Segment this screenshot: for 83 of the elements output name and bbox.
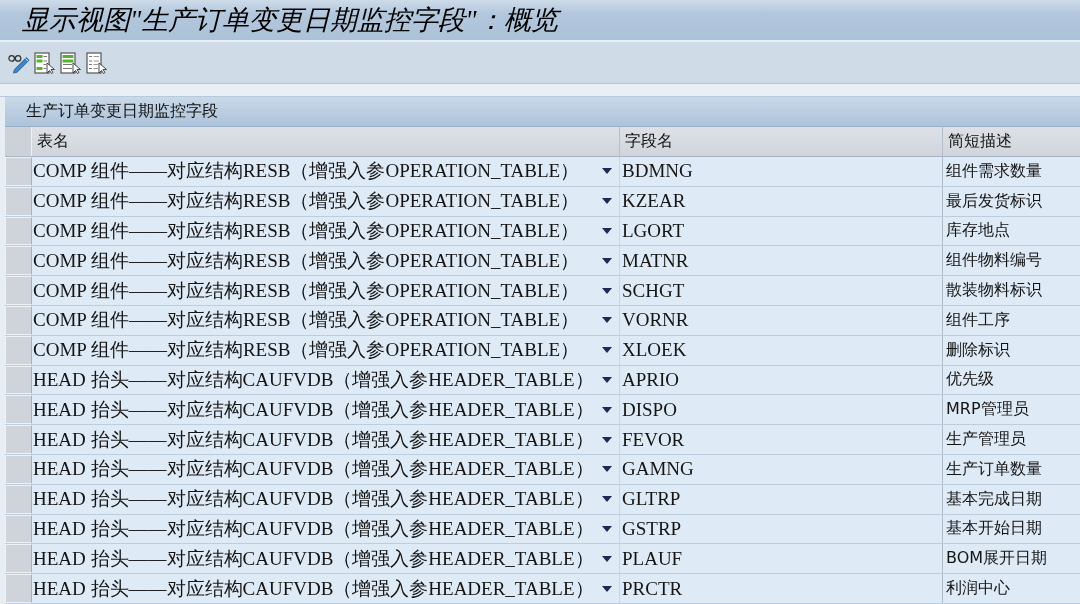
caret-icon [602, 525, 612, 532]
table-name-dropdown[interactable]: HEAD 抬头——对应结构CAUFVDB（增强入参HEADER_TABLE） [32, 574, 619, 603]
description-cell-text: 库存地点 [945, 220, 1010, 242]
description-cell-text: 组件需求数量 [945, 160, 1042, 182]
row-selector[interactable] [5, 246, 32, 276]
field-name-cell-text: APRIO [621, 368, 679, 391]
column-header[interactable]: 简短描述 [943, 127, 1080, 156]
description-cell-text: MRP管理员 [945, 399, 1029, 421]
caret-icon [602, 287, 612, 294]
table-name-dropdown[interactable]: HEAD 抬头——对应结构CAUFVDB（增强入参HEADER_TABLE） [32, 454, 619, 484]
field-name-cell-text: DISPO [621, 398, 677, 421]
table-name-dropdown[interactable]: COMP 组件——对应结构RESB（增强入参OPERATION_TABLE） [32, 216, 619, 246]
table-name-dropdown[interactable]: COMP 组件——对应结构RESB（增强入参OPERATION_TABLE） [32, 246, 619, 276]
description-cell-text: 删除标识 [945, 339, 1010, 361]
caret-icon [602, 406, 612, 413]
table-name-dropdown[interactable]: HEAD 抬头——对应结构CAUFVDB（增强入参HEADER_TABLE） [32, 425, 619, 454]
description-cell-text: 利润中心 [945, 578, 1010, 600]
description-cell-text: 最后发货标识 [945, 190, 1042, 212]
field-name-cell-text: KZEAR [621, 190, 686, 213]
field-name-cell-text: MATNR [621, 249, 689, 272]
description-cell-text: BOM展开日期 [945, 548, 1048, 570]
select-all-corner[interactable] [5, 127, 32, 156]
description-cell-text: 散装物料标识 [945, 280, 1042, 302]
caret-icon [602, 228, 612, 234]
row-selector[interactable] [5, 484, 32, 514]
row-selector[interactable] [5, 454, 32, 484]
list-cursor-icon[interactable] [60, 51, 82, 74]
table-name-dropdown[interactable]: COMP 组件——对应结构RESB（增强入参OPERATION_TABLE） [32, 335, 619, 365]
table-name-dropdown[interactable]: COMP 组件——对应结构RESB（增强入参OPERATION_TABLE） [32, 306, 619, 335]
field-name-cell-text: FEVOR [621, 428, 685, 451]
caret-icon [602, 496, 612, 503]
caret-icon [602, 317, 612, 324]
field-name-cell-text: BDMNG [621, 160, 693, 183]
caret-icon [602, 257, 612, 264]
row-selector[interactable] [5, 395, 32, 425]
row-selector[interactable] [5, 425, 32, 454]
table-name-dropdown[interactable]: COMP 组件——对应结构RESB（增强入参OPERATION_TABLE） [32, 186, 619, 216]
description-cell-text: 基本开始日期 [945, 518, 1042, 540]
table-name-dropdown[interactable]: HEAD 抬头——对应结构CAUFVDB（增强入参HEADER_TABLE） [32, 544, 619, 574]
caret-icon [602, 585, 612, 592]
table-name-dropdown[interactable]: HEAD 抬头——对应结构CAUFVDB（增强入参HEADER_TABLE） [32, 365, 619, 395]
row-selector[interactable] [5, 574, 32, 603]
column-header[interactable]: 字段名 [620, 127, 943, 156]
list-cursor-icon[interactable] [86, 51, 108, 74]
caret-icon [602, 198, 612, 205]
field-name-cell-text: GAMNG [621, 458, 694, 481]
row-selector[interactable] [5, 365, 32, 395]
description-cell-text: 优先级 [945, 369, 994, 391]
field-name-cell-text: XLOEK [621, 339, 687, 362]
panel-title: 生产订单变更日期监控字段 [26, 101, 218, 122]
table-name-dropdown[interactable]: HEAD 抬头——对应结构CAUFVDB（增强入参HEADER_TABLE） [32, 484, 619, 514]
description-cell-text: 生产管理员 [945, 429, 1026, 451]
caret-icon [602, 168, 612, 175]
row-selector[interactable] [5, 514, 32, 544]
field-name-cell-text: LGORT [621, 220, 685, 242]
caret-icon [602, 376, 612, 383]
row-selector[interactable] [5, 186, 32, 216]
table-name-dropdown[interactable]: COMP 组件——对应结构RESB（增强入参OPERATION_TABLE） [32, 276, 619, 305]
row-selector[interactable] [5, 216, 32, 246]
row-selector[interactable] [5, 335, 32, 365]
caret-icon [602, 436, 612, 443]
caret-icon [602, 347, 612, 354]
description-cell-text: 基本完成日期 [945, 488, 1042, 510]
row-selector[interactable] [5, 157, 32, 186]
row-selector[interactable] [5, 306, 32, 335]
table-name-dropdown[interactable]: HEAD 抬头——对应结构CAUFVDB（增强入参HEADER_TABLE） [32, 514, 619, 544]
caret-icon [602, 466, 612, 473]
field-name-cell-text: PLAUF [621, 547, 683, 570]
table-name-dropdown[interactable]: HEAD 抬头——对应结构CAUFVDB（增强入参HEADER_TABLE） [32, 395, 619, 425]
field-name-cell-text: GLTRP [621, 488, 681, 511]
field-name-cell-text: SCHGT [621, 279, 685, 302]
list-cursor-icon[interactable] [34, 51, 56, 74]
field-name-cell-text: PRCTR [621, 577, 683, 600]
table-name-dropdown[interactable]: COMP 组件——对应结构RESB（增强入参OPERATION_TABLE） [32, 157, 619, 186]
field-name-cell-text: GSTRP [621, 517, 682, 540]
field-name-cell-text: VORNR [621, 309, 689, 332]
row-selector[interactable] [5, 544, 32, 574]
description-cell-text: 组件物料编号 [945, 250, 1042, 272]
caret-icon [602, 555, 612, 562]
description-cell-text: 生产订单数量 [945, 458, 1042, 480]
column-header[interactable]: 表名 [32, 127, 620, 156]
description-cell-text: 组件工序 [945, 309, 1010, 331]
row-selector[interactable] [5, 276, 32, 305]
